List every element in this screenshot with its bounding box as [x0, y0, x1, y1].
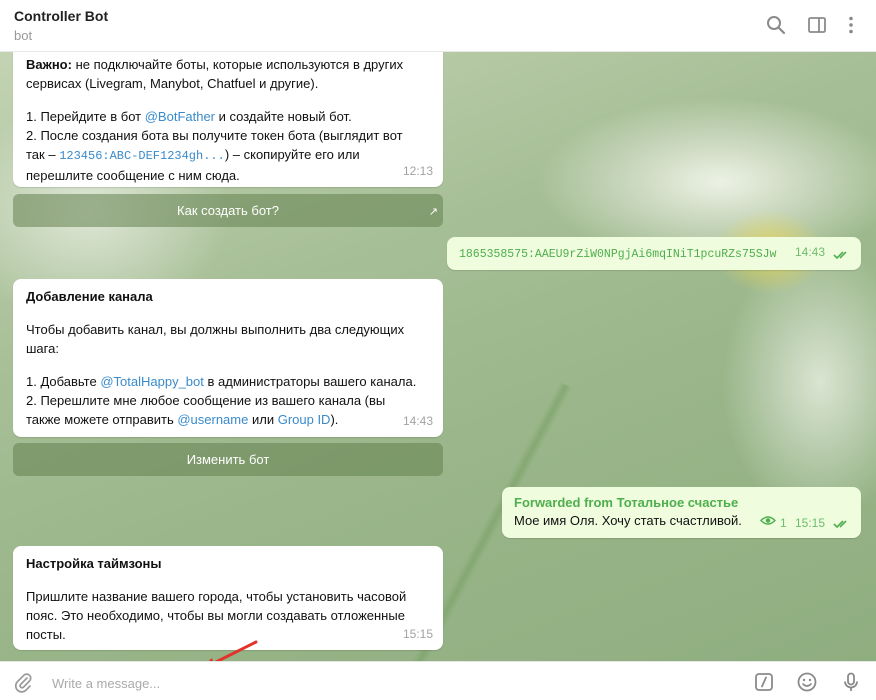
forwarded-message[interactable]: Forwarded from Тотальное счастье Мое имя… — [502, 487, 861, 538]
message-time: 14:43 — [402, 414, 433, 428]
how-to-create-bot-button[interactable]: Как создать бот? ↗ — [13, 194, 443, 227]
message-time: 15:15 — [794, 516, 825, 530]
more-vertical-icon[interactable] — [840, 14, 862, 36]
bot-message-add-channel[interactable]: Добавление канала Чтобы добавить канал, … — [13, 279, 443, 437]
paperclip-icon[interactable] — [12, 671, 34, 693]
change-bot-button[interactable]: Изменить бот — [13, 443, 443, 476]
token-example-code[interactable]: 123456:ABC-DEF1234gh... — [59, 149, 225, 163]
bot-message-timezone[interactable]: Настройка таймзоны Пришлите название ваш… — [13, 546, 443, 650]
chat-header: Controller Bot bot — [0, 0, 876, 52]
outgoing-token-message[interactable]: 1865358575:AAEU9rZiW0NPgjAi6mqINiT1pcuRZ… — [447, 237, 861, 270]
totalhappy-bot-link[interactable]: @TotalHappy_bot — [100, 374, 204, 389]
message-input[interactable] — [50, 670, 694, 696]
group-id-link[interactable]: Group ID — [278, 412, 331, 427]
message-time: 15:15 — [402, 627, 433, 641]
message-time: 12:13 — [402, 164, 433, 178]
external-link-icon: ↗ — [428, 206, 438, 218]
message-time: 14:43 — [794, 245, 825, 259]
views-count: 1 — [780, 516, 787, 530]
emoji-icon[interactable] — [796, 671, 818, 693]
views-eye-icon — [760, 513, 776, 531]
read-ticks-icon — [833, 250, 851, 260]
chat-history[interactable]: Важно: не подключайте боты, которые испо… — [0, 52, 876, 661]
message-heading: Настройка таймзоны — [26, 556, 162, 571]
chat-title[interactable]: Controller Bot — [14, 8, 108, 24]
chat-subtitle: bot — [14, 28, 33, 43]
sidebar-toggle-icon[interactable] — [806, 14, 828, 36]
search-icon[interactable] — [765, 14, 787, 36]
bot-command-icon[interactable] — [753, 671, 775, 693]
bot-message-instructions[interactable]: Важно: не подключайте боты, которые испо… — [13, 52, 443, 187]
microphone-icon[interactable] — [840, 671, 862, 693]
message-composer — [0, 661, 876, 700]
message-heading: Добавление канала — [26, 289, 153, 304]
read-ticks-icon — [833, 519, 851, 529]
forwarded-from-label[interactable]: Forwarded from Тотальное счастье — [514, 494, 849, 512]
username-link[interactable]: @username — [177, 412, 248, 427]
bot-token-code[interactable]: 1865358575:AAEU9rZiW0NPgjAi6mqINiT1pcuRZ… — [459, 248, 776, 261]
botfather-link[interactable]: @BotFather — [145, 109, 215, 124]
